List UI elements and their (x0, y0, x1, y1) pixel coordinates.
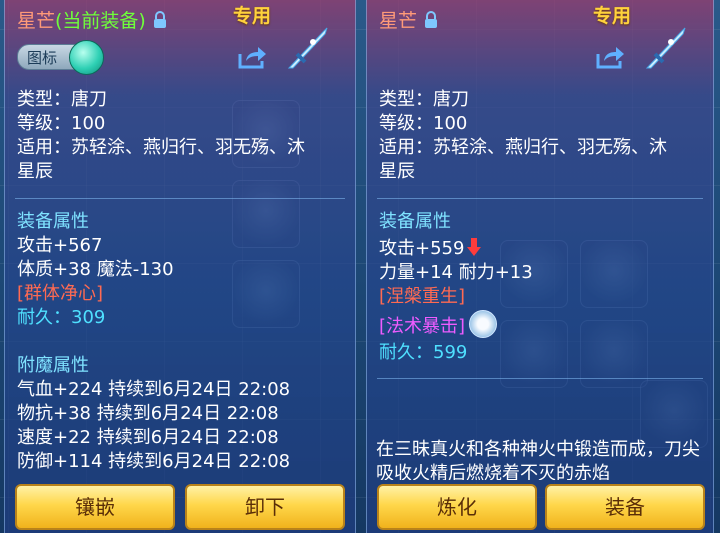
stat-line: 体质+38 魔法-130 (17, 259, 174, 280)
stat-line: 力量+14 耐力+13 (379, 262, 533, 283)
enchant-line: 防御+114 持续到6月24日 22:08 (17, 451, 291, 472)
lock-icon (425, 11, 438, 28)
equip-button[interactable]: 装备 (545, 484, 705, 530)
section-enchant-attrs: 附魔属性 (17, 355, 89, 376)
item-title: 星芒(当前装备) (17, 4, 168, 34)
item-level: 等级：100 (379, 113, 468, 134)
down-arrow-icon (467, 238, 482, 256)
lock-icon (153, 11, 166, 28)
exclusive-label: 专用 (593, 5, 632, 27)
skill-icon[interactable] (469, 310, 498, 338)
attack-stat: 攻击+559 (379, 234, 667, 261)
item-type: 类型：唐刀 (379, 89, 469, 110)
sword-icon (645, 27, 686, 69)
item-type: 类型：唐刀 (17, 89, 107, 110)
item-name: 星芒 (379, 9, 418, 32)
item-applies: 适用：苏轻涂、燕归行、羽无殇、沐 (17, 137, 305, 158)
unequip-button[interactable]: 卸下 (185, 484, 345, 530)
attack-stat: 攻击+567 (17, 235, 103, 256)
attack-value: 攻击+559 (379, 238, 465, 259)
item-applies: 适用：苏轻涂、燕归行、羽无殇、沐 (379, 137, 667, 158)
item-name: 星芒(当前装备) (17, 9, 146, 32)
item-details: 类型：唐刀 等级：100 适用：苏轻涂、燕归行、羽无殇、沐 星辰 装备属性 攻击… (17, 88, 305, 474)
section-equip-attrs: 装备属性 (17, 211, 89, 232)
durability: 耐久：309 (17, 307, 106, 328)
refine-button[interactable]: 炼化 (377, 484, 537, 530)
toggle-knob[interactable] (69, 40, 104, 75)
special-skill: [涅槃重生] (379, 286, 466, 307)
sword-icon (287, 27, 328, 69)
divider (377, 378, 703, 379)
exclusive-label: 专用 (233, 5, 272, 27)
divider (377, 198, 703, 199)
item-level: 等级：100 (17, 113, 106, 134)
icon-toggle-label: 图标 (27, 49, 58, 67)
enchant-line: 速度+22 持续到6月24日 22:08 (17, 427, 279, 448)
durability: 耐久：599 (379, 342, 468, 363)
inlay-button[interactable]: 镶嵌 (15, 484, 175, 530)
special-skill: [群体净心] (17, 283, 104, 304)
magic-skill: [法术暴击] (379, 316, 466, 337)
icon-toggle[interactable]: 图标 (17, 40, 104, 75)
item-details: 类型：唐刀 等级：100 适用：苏轻涂、燕归行、羽无殇、沐 星辰 装备属性 攻击… (379, 88, 667, 365)
item-applies-cont: 星辰 (17, 161, 53, 182)
share-icon[interactable] (237, 44, 267, 70)
enchant-line: 气血+224 持续到6月24日 22:08 (17, 379, 291, 400)
equipped-item-tooltip: 星芒(当前装备) 专用 图标 类型：唐刀 等级：100 适用：苏轻涂、燕归行、羽… (4, 0, 356, 533)
divider (15, 198, 345, 199)
share-icon[interactable] (595, 44, 625, 70)
section-equip-attrs: 装备属性 (379, 211, 451, 232)
equipped-tag: (当前装备) (55, 9, 146, 32)
magic-skill-row: [法术暴击] (379, 310, 667, 341)
item-title: 星芒 (379, 4, 439, 34)
item-description: 在三昧真火和各种神火中锻造而成，刀尖吸收火精后燃烧着不灭的赤焰 (376, 439, 700, 480)
enchant-line: 物抗+38 持续到6月24日 22:08 (17, 403, 279, 424)
item-applies-cont: 星辰 (379, 161, 415, 182)
